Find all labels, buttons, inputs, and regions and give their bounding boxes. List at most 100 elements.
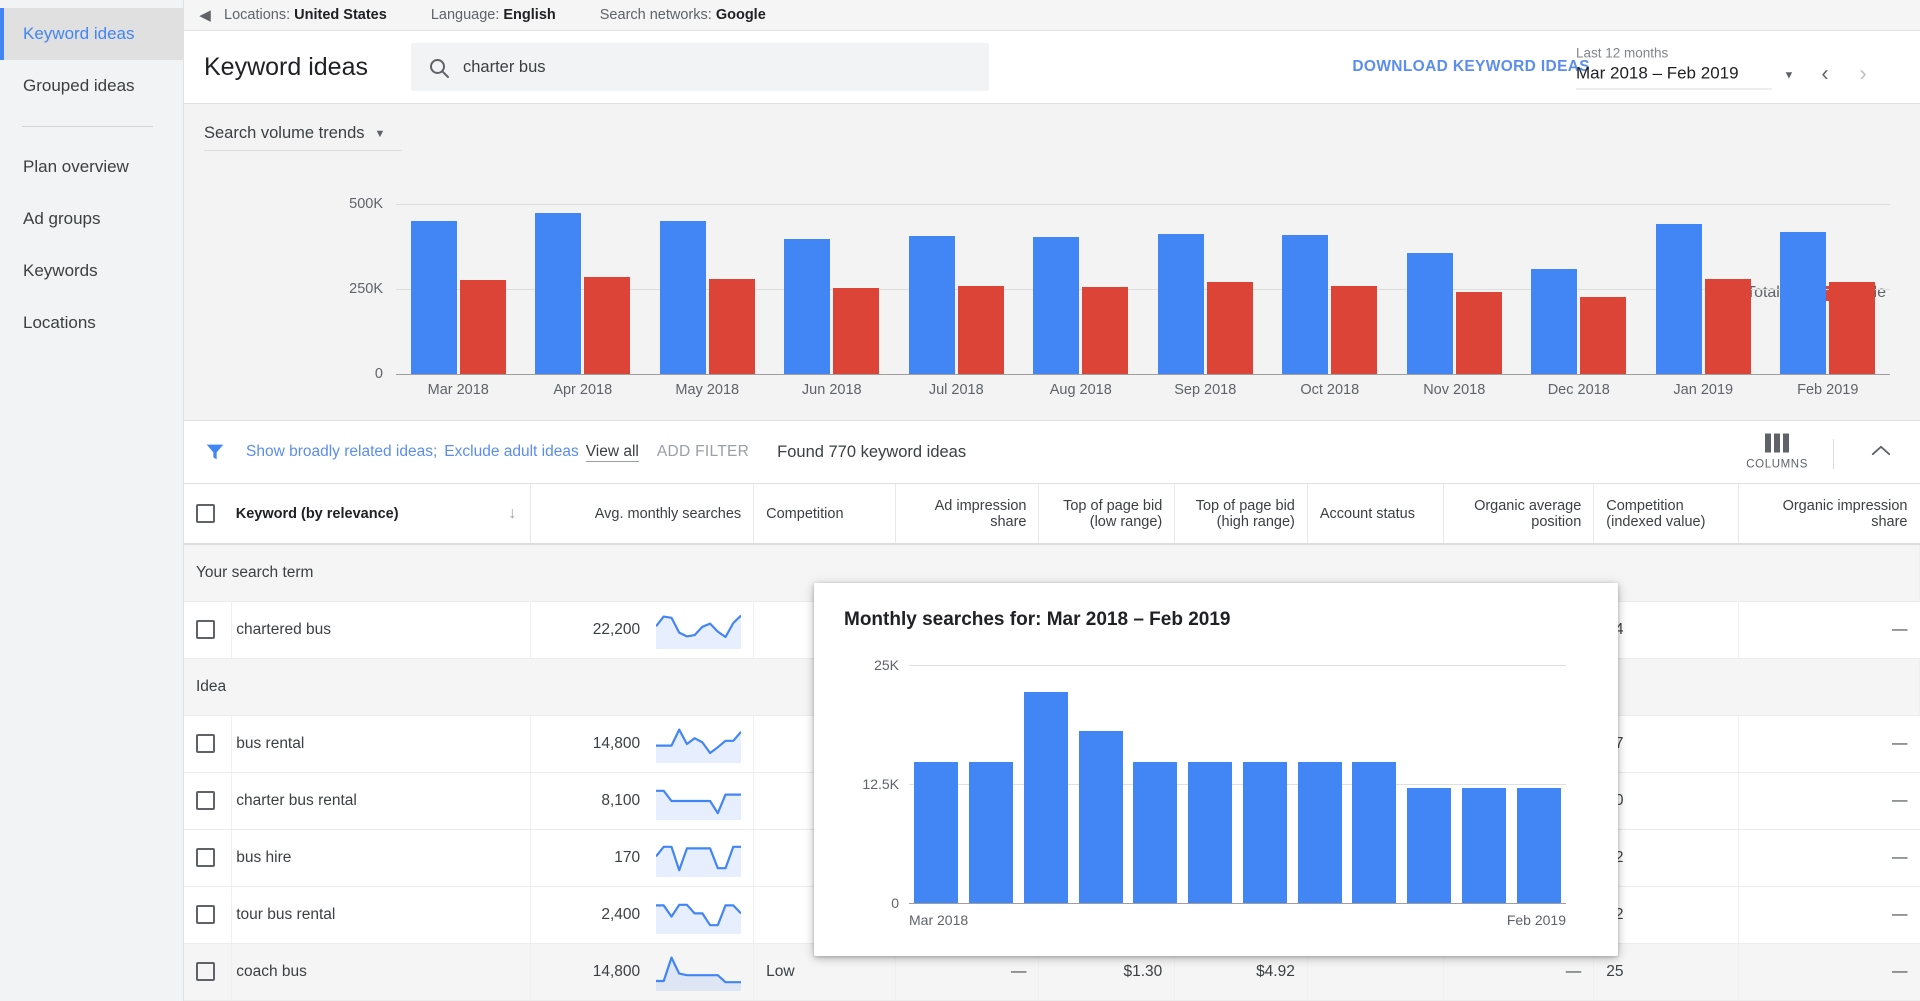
column-header-organic-average-position[interactable]: Organic average position: [1443, 484, 1594, 544]
search-trend-sparkline[interactable]: [656, 839, 741, 877]
chart-bar-total[interactable]: [535, 213, 581, 374]
chart-bar-total[interactable]: [1282, 235, 1328, 374]
search-trend-sparkline[interactable]: [656, 953, 741, 991]
column-header-organic-impression-share[interactable]: Organic impression share: [1738, 484, 1919, 544]
sidebar-item-label: Grouped ideas: [23, 76, 135, 96]
context-language[interactable]: Language: English: [431, 7, 556, 23]
chart-bar-mobile[interactable]: [584, 277, 630, 374]
column-header-competition-indexed-value[interactable]: Competition (indexed value): [1594, 484, 1738, 544]
collapse-panel-icon[interactable]: ◀: [192, 8, 218, 23]
chart-bar-mobile[interactable]: [709, 279, 755, 374]
search-icon: [427, 56, 457, 78]
chart-bar-mobile[interactable]: [1456, 292, 1502, 374]
chevron-down-icon[interactable]: ▼: [1772, 70, 1806, 90]
chart-bar-mobile[interactable]: [1829, 282, 1875, 374]
avg-searches-value: 8,100: [601, 792, 640, 810]
chart-metric-label: Search volume trends: [204, 124, 365, 143]
chart-bar-total[interactable]: [1158, 234, 1204, 374]
table-header-row: Keyword (by relevance) ↓ Avg. monthly se…: [184, 484, 1920, 544]
row-checkbox[interactable]: [196, 791, 215, 810]
chart-bar-mobile[interactable]: [833, 288, 879, 374]
tooltip-x-axis-end: Feb 2019: [1507, 912, 1566, 928]
next-period-icon[interactable]: ›: [1844, 61, 1882, 90]
chart-bar-total[interactable]: [1656, 224, 1702, 374]
avg-monthly-searches-cell: 14,800: [531, 943, 754, 1000]
chart-bar-mobile[interactable]: [1331, 286, 1377, 374]
column-header-competition[interactable]: Competition: [754, 484, 896, 544]
chart-bar-group[interactable]: [894, 204, 1019, 374]
columns-button[interactable]: COLUMNS: [1746, 434, 1808, 471]
chart-bar-mobile[interactable]: [460, 280, 506, 374]
row-checkbox[interactable]: [196, 905, 215, 924]
chart-metric-selector[interactable]: Search volume trends ▼: [204, 124, 402, 151]
filter-icon[interactable]: [204, 441, 246, 463]
sidebar-item-grouped-ideas[interactable]: Grouped ideas: [0, 60, 183, 112]
chart-bar-group[interactable]: [1268, 204, 1393, 374]
tooltip-chart-bar: [1352, 762, 1396, 903]
context-networks-value: Google: [716, 7, 766, 23]
context-networks[interactable]: Search networks: Google: [600, 7, 766, 23]
row-checkbox[interactable]: [196, 620, 215, 639]
search-input-value[interactable]: charter bus: [463, 58, 546, 77]
chart-bar-group[interactable]: [1766, 204, 1891, 374]
column-header-keyword[interactable]: Keyword (by relevance) ↓: [232, 484, 531, 544]
view-all-filters-link[interactable]: View all: [586, 443, 639, 462]
column-header-top-of-page-bid-low[interactable]: Top of page bid (low range): [1039, 484, 1175, 544]
date-range-field[interactable]: Last 12 months Mar 2018 – Feb 2019: [1576, 45, 1772, 90]
keyword-text: bus rental: [236, 735, 304, 753]
chart-axis-line: [396, 374, 1890, 375]
filter-chip-exclude-adult[interactable]: Exclude adult ideas: [444, 443, 578, 461]
chart-bar-mobile[interactable]: [1082, 287, 1128, 374]
filter-chip-broadly-related[interactable]: Show broadly related ideas;: [246, 443, 437, 461]
search-trend-sparkline[interactable]: [656, 782, 741, 820]
sidebar-item-keyword-ideas[interactable]: Keyword ideas: [0, 8, 183, 60]
chart-bar-mobile[interactable]: [1207, 282, 1253, 374]
chart-bar-group[interactable]: [1641, 204, 1766, 374]
select-all-checkbox[interactable]: [196, 504, 215, 523]
chart-bar-total[interactable]: [1407, 253, 1453, 374]
column-header-top-of-page-bid-high[interactable]: Top of page bid (high range): [1175, 484, 1308, 544]
chart-bar-total[interactable]: [1531, 269, 1577, 374]
context-locations[interactable]: Locations: United States: [224, 7, 387, 23]
previous-period-icon[interactable]: ‹: [1806, 61, 1844, 90]
chart-bar-mobile[interactable]: [958, 286, 1004, 374]
search-trend-sparkline[interactable]: [656, 896, 741, 934]
chart-bar-total[interactable]: [1780, 232, 1826, 374]
column-header-account-status[interactable]: Account status: [1307, 484, 1443, 544]
sidebar-item-ad-groups[interactable]: Ad groups: [0, 193, 183, 245]
chart-bar-group[interactable]: [645, 204, 770, 374]
chart-bar-mobile[interactable]: [1705, 279, 1751, 374]
chart-bar-total[interactable]: [909, 236, 955, 374]
sidebar-item-plan-overview[interactable]: Plan overview: [0, 141, 183, 193]
sidebar-item-keywords[interactable]: Keywords: [0, 245, 183, 297]
chart-bar-total[interactable]: [1033, 237, 1079, 374]
context-networks-label: Search networks:: [600, 7, 712, 23]
chart-x-tick-label: Apr 2018: [553, 382, 612, 398]
add-filter-button[interactable]: ADD FILTER: [657, 443, 749, 461]
chart-bar-group[interactable]: [1019, 204, 1144, 374]
chart-bar-group[interactable]: [521, 204, 646, 374]
chart-bar-total[interactable]: [411, 221, 457, 374]
chart-bar-total[interactable]: [660, 221, 706, 374]
chart-bar-mobile[interactable]: [1580, 297, 1626, 374]
column-header-ad-impression-share[interactable]: Ad impression share: [896, 484, 1039, 544]
chevron-up-icon[interactable]: [1870, 441, 1892, 464]
sort-descending-icon[interactable]: ↓: [508, 505, 516, 523]
sidebar-item-locations[interactable]: Locations: [0, 297, 183, 349]
chart-bar-group[interactable]: [396, 204, 521, 374]
chart-bar-group[interactable]: [1517, 204, 1642, 374]
chart-bar-group[interactable]: [1392, 204, 1517, 374]
chart-bar-group[interactable]: [770, 204, 895, 374]
keyword-search-box[interactable]: charter bus: [411, 43, 989, 91]
row-checkbox[interactable]: [196, 734, 215, 753]
column-header-avg-monthly-searches[interactable]: Avg. monthly searches: [531, 484, 754, 544]
search-trend-sparkline[interactable]: [656, 611, 741, 649]
chart-bar-group[interactable]: [1143, 204, 1268, 374]
row-checkbox[interactable]: [196, 962, 215, 981]
download-keyword-ideas-button[interactable]: DOWNLOAD KEYWORD IDEAS: [1352, 58, 1590, 76]
row-checkbox[interactable]: [196, 848, 215, 867]
select-all-header: [184, 484, 232, 544]
tooltip-gridline: [909, 665, 1566, 666]
chart-bar-total[interactable]: [784, 239, 830, 374]
search-trend-sparkline[interactable]: [656, 725, 741, 763]
